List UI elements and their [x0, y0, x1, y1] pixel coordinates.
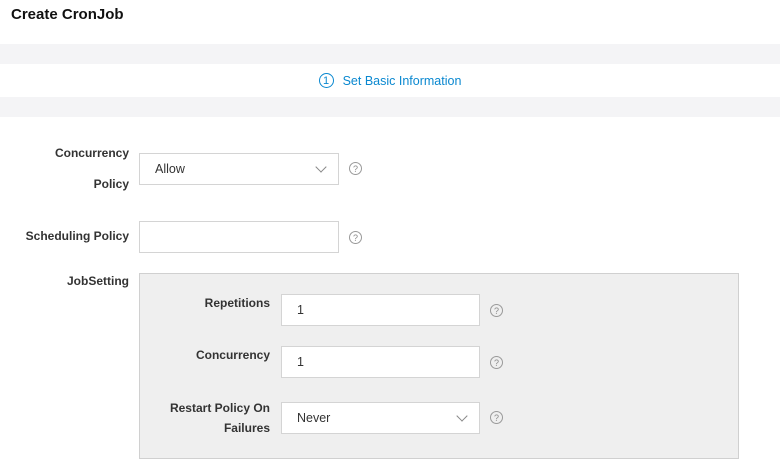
- chevron-down-icon: [315, 161, 327, 173]
- step-number-icon: 1: [318, 73, 334, 88]
- help-icon[interactable]: ?: [490, 356, 503, 369]
- wizard-steps: 1 Set Basic Information: [0, 64, 780, 97]
- help-icon[interactable]: ?: [349, 162, 362, 175]
- concurrency-policy-value: Allow: [155, 162, 185, 176]
- steps-band-top: [0, 44, 780, 64]
- concurrency-policy-label: Concurrency Policy: [54, 146, 129, 191]
- scheduling-policy-label: Scheduling Policy: [25, 229, 129, 243]
- scheduling-policy-input[interactable]: [139, 221, 339, 253]
- concurrency-policy-select[interactable]: Allow: [139, 153, 339, 185]
- step-basic-information[interactable]: 1 Set Basic Information: [318, 73, 462, 88]
- job-setting-label: JobSetting: [67, 274, 129, 288]
- step-label: Set Basic Information: [342, 73, 462, 88]
- help-icon[interactable]: ?: [490, 411, 503, 424]
- steps-band-bottom: [0, 97, 780, 117]
- help-icon[interactable]: ?: [490, 304, 503, 317]
- page-title: Create CronJob: [11, 6, 124, 23]
- restart-policy-label: Restart Policy On Failures: [169, 401, 270, 435]
- restart-policy-select[interactable]: Never: [281, 402, 480, 434]
- help-icon[interactable]: ?: [349, 231, 362, 244]
- repetitions-label: Repetitions: [204, 296, 270, 310]
- repetitions-input[interactable]: 1: [281, 294, 480, 326]
- concurrency-input[interactable]: 1: [281, 346, 480, 378]
- chevron-down-icon: [456, 410, 468, 422]
- concurrency-label: Concurrency: [195, 348, 270, 362]
- restart-policy-value: Never: [297, 411, 331, 425]
